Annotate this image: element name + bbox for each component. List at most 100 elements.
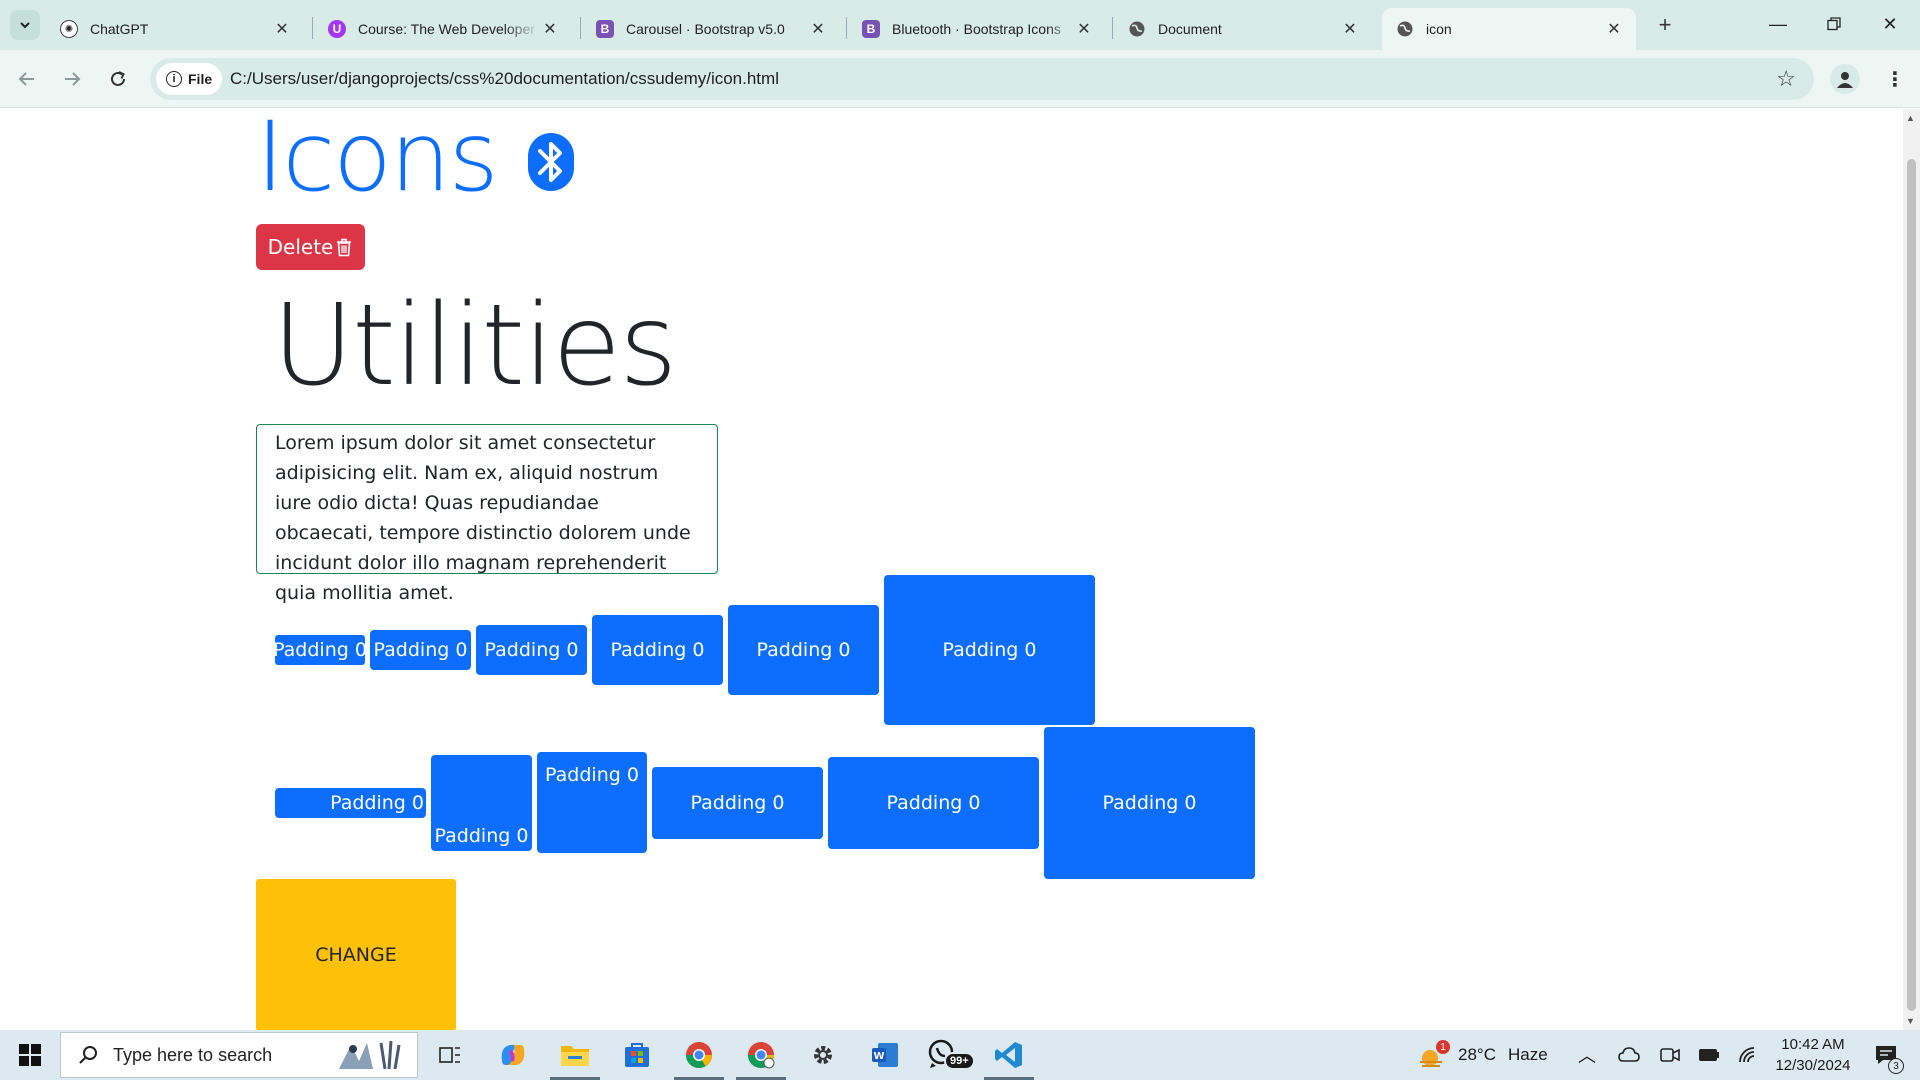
notification-center-button[interactable]: 3 <box>1874 1030 1904 1080</box>
tab-title: ChatGPT <box>90 21 149 37</box>
tab-title: Carousel · Bootstrap v5.0 <box>626 21 785 37</box>
close-icon[interactable]: ✕ <box>272 19 292 39</box>
new-tab-button[interactable]: + <box>1652 12 1678 38</box>
store-icon <box>625 1043 649 1067</box>
wifi-icon <box>1739 1047 1755 1063</box>
gear-icon <box>814 1046 832 1064</box>
back-button[interactable] <box>12 64 42 94</box>
svg-text:W: W <box>873 1051 884 1062</box>
task-view-button[interactable] <box>425 1036 475 1074</box>
browser-menu-button[interactable]: ⋮ <box>1880 64 1910 94</box>
wifi-button[interactable] <box>1738 1030 1758 1080</box>
udemy-icon: U <box>328 20 346 38</box>
task-view-icon <box>439 1047 460 1063</box>
clock-time: 10:42 AM <box>1781 1036 1845 1053</box>
folder-icon <box>561 1046 589 1066</box>
tab-title: Document <box>1158 21 1222 37</box>
window-close-button[interactable]: ✕ <box>1870 8 1910 40</box>
bootstrap-icon: B <box>596 20 614 38</box>
meet-now-button[interactable] <box>1660 1030 1680 1080</box>
close-icon[interactable]: ✕ <box>1074 19 1094 39</box>
globe-icon <box>1128 20 1146 38</box>
page-scrollbar[interactable]: ▲ ▼ <box>1903 109 1920 1030</box>
padding-box: Padding 0 <box>884 575 1095 725</box>
windows-taskbar: Type here to search W 99+ 1 28°C Haze ︿ … <box>0 1030 1920 1080</box>
padding-box: Padding 0 <box>592 615 723 685</box>
vscode-icon <box>995 1042 1022 1068</box>
tab-chatgpt[interactable]: ✺ ChatGPT ✕ <box>46 8 304 50</box>
close-icon[interactable]: ✕ <box>540 19 560 39</box>
minimize-button[interactable]: — <box>1758 8 1798 40</box>
show-hidden-icons-button[interactable]: ︿ <box>1578 1030 1596 1080</box>
close-icon[interactable]: ✕ <box>1340 19 1360 39</box>
scroll-down-arrow-icon[interactable]: ▼ <box>1906 1016 1915 1026</box>
clock-date: 12/30/2024 <box>1775 1057 1851 1074</box>
close-icon[interactable]: ✕ <box>808 19 828 39</box>
tab-title: icon <box>1426 21 1452 37</box>
notification-count-badge: 3 <box>1888 1058 1904 1074</box>
padding-box: Padding 0 <box>1044 727 1255 879</box>
bookmark-star-icon[interactable]: ☆ <box>1776 66 1796 92</box>
plus-icon: + <box>1658 12 1672 37</box>
address-bar[interactable]: i File C:/Users/user/djangoprojects/css%… <box>150 58 1814 100</box>
battery-button[interactable] <box>1698 1030 1720 1080</box>
close-icon[interactable]: ✕ <box>1604 19 1624 39</box>
cloud-icon <box>1618 1047 1640 1062</box>
tab-bluetooth[interactable]: B Bluetooth · Bootstrap Icons ✕ <box>848 8 1106 50</box>
word-icon: W <box>872 1043 898 1067</box>
tab-strip: ✺ ChatGPT ✕ U Course: The Web Developer … <box>0 0 1920 50</box>
tab-title: Bluetooth · Bootstrap Icons <box>892 21 1061 37</box>
profile-button[interactable] <box>1830 64 1860 94</box>
arrow-right-icon <box>65 72 81 86</box>
start-button[interactable] <box>10 1040 50 1070</box>
padding-box: Padding 0 <box>275 788 426 818</box>
info-icon: i <box>166 71 182 87</box>
forward-button[interactable] <box>57 64 87 94</box>
bluetooth-icon <box>528 133 574 191</box>
chrome-profile-button[interactable] <box>736 1036 786 1080</box>
weather-widget[interactable]: 1 28°C Haze <box>1416 1030 1548 1080</box>
lorem-paragraph: Lorem ipsum dolor sit amet consectetur a… <box>256 424 718 604</box>
whatsapp-button[interactable]: 99+ <box>922 1036 975 1074</box>
tab-separator <box>1112 17 1113 39</box>
change-box[interactable]: CHANGE <box>256 879 456 1030</box>
search-placeholder: Type here to search <box>113 1044 273 1065</box>
microsoft-store-button[interactable] <box>612 1036 662 1074</box>
url-text[interactable]: C:/Users/user/djangoprojects/css%20docum… <box>230 69 779 89</box>
vscode-button[interactable] <box>984 1036 1034 1080</box>
site-info-label: File <box>188 71 213 87</box>
tab-document[interactable]: Document ✕ <box>1114 8 1372 50</box>
tab-separator <box>846 17 847 39</box>
word-button[interactable]: W <box>860 1036 910 1074</box>
chrome-icon <box>685 1042 713 1069</box>
tab-search-button[interactable] <box>10 10 40 40</box>
padding-box: Padding 0 <box>537 752 647 853</box>
delete-button[interactable]: Delete <box>256 224 365 270</box>
whatsapp-badge: 99+ <box>944 1052 975 1070</box>
onedrive-button[interactable] <box>1618 1030 1640 1080</box>
padding-box: Padding 0 <box>828 757 1039 849</box>
tab-title: Course: The Web Developer Bootcamp <box>358 21 540 37</box>
battery-icon <box>1699 1049 1719 1061</box>
site-info-chip[interactable]: i File <box>156 63 223 95</box>
file-explorer-button[interactable] <box>550 1036 600 1080</box>
icons-heading: Icons <box>256 109 499 213</box>
taskbar-search-box[interactable]: Type here to search <box>60 1032 418 1078</box>
copilot-button[interactable] <box>488 1036 538 1074</box>
restore-button[interactable] <box>1814 8 1854 40</box>
settings-button[interactable] <box>798 1036 848 1074</box>
tab-course[interactable]: U Course: The Web Developer Bootcamp ✕ <box>314 8 572 50</box>
clock[interactable]: 10:42 AM 12/30/2024 <box>1770 1034 1856 1076</box>
padding-box: Padding 0 <box>652 767 823 839</box>
delete-label: Delete <box>267 235 334 259</box>
tab-carousel[interactable]: B Carousel · Bootstrap v5.0 ✕ <box>582 8 840 50</box>
search-icon <box>79 1046 97 1064</box>
padding-box: Padding 0 <box>476 625 587 675</box>
chrome-button[interactable] <box>674 1036 724 1080</box>
reload-button[interactable] <box>103 64 133 94</box>
trash-icon <box>337 238 352 257</box>
tab-icon[interactable]: icon ✕ <box>1382 8 1636 50</box>
chevron-up-icon: ︿ <box>1578 1046 1596 1066</box>
scrollbar-thumb[interactable] <box>1907 159 1916 1011</box>
scroll-up-arrow-icon[interactable]: ▲ <box>1906 113 1915 123</box>
